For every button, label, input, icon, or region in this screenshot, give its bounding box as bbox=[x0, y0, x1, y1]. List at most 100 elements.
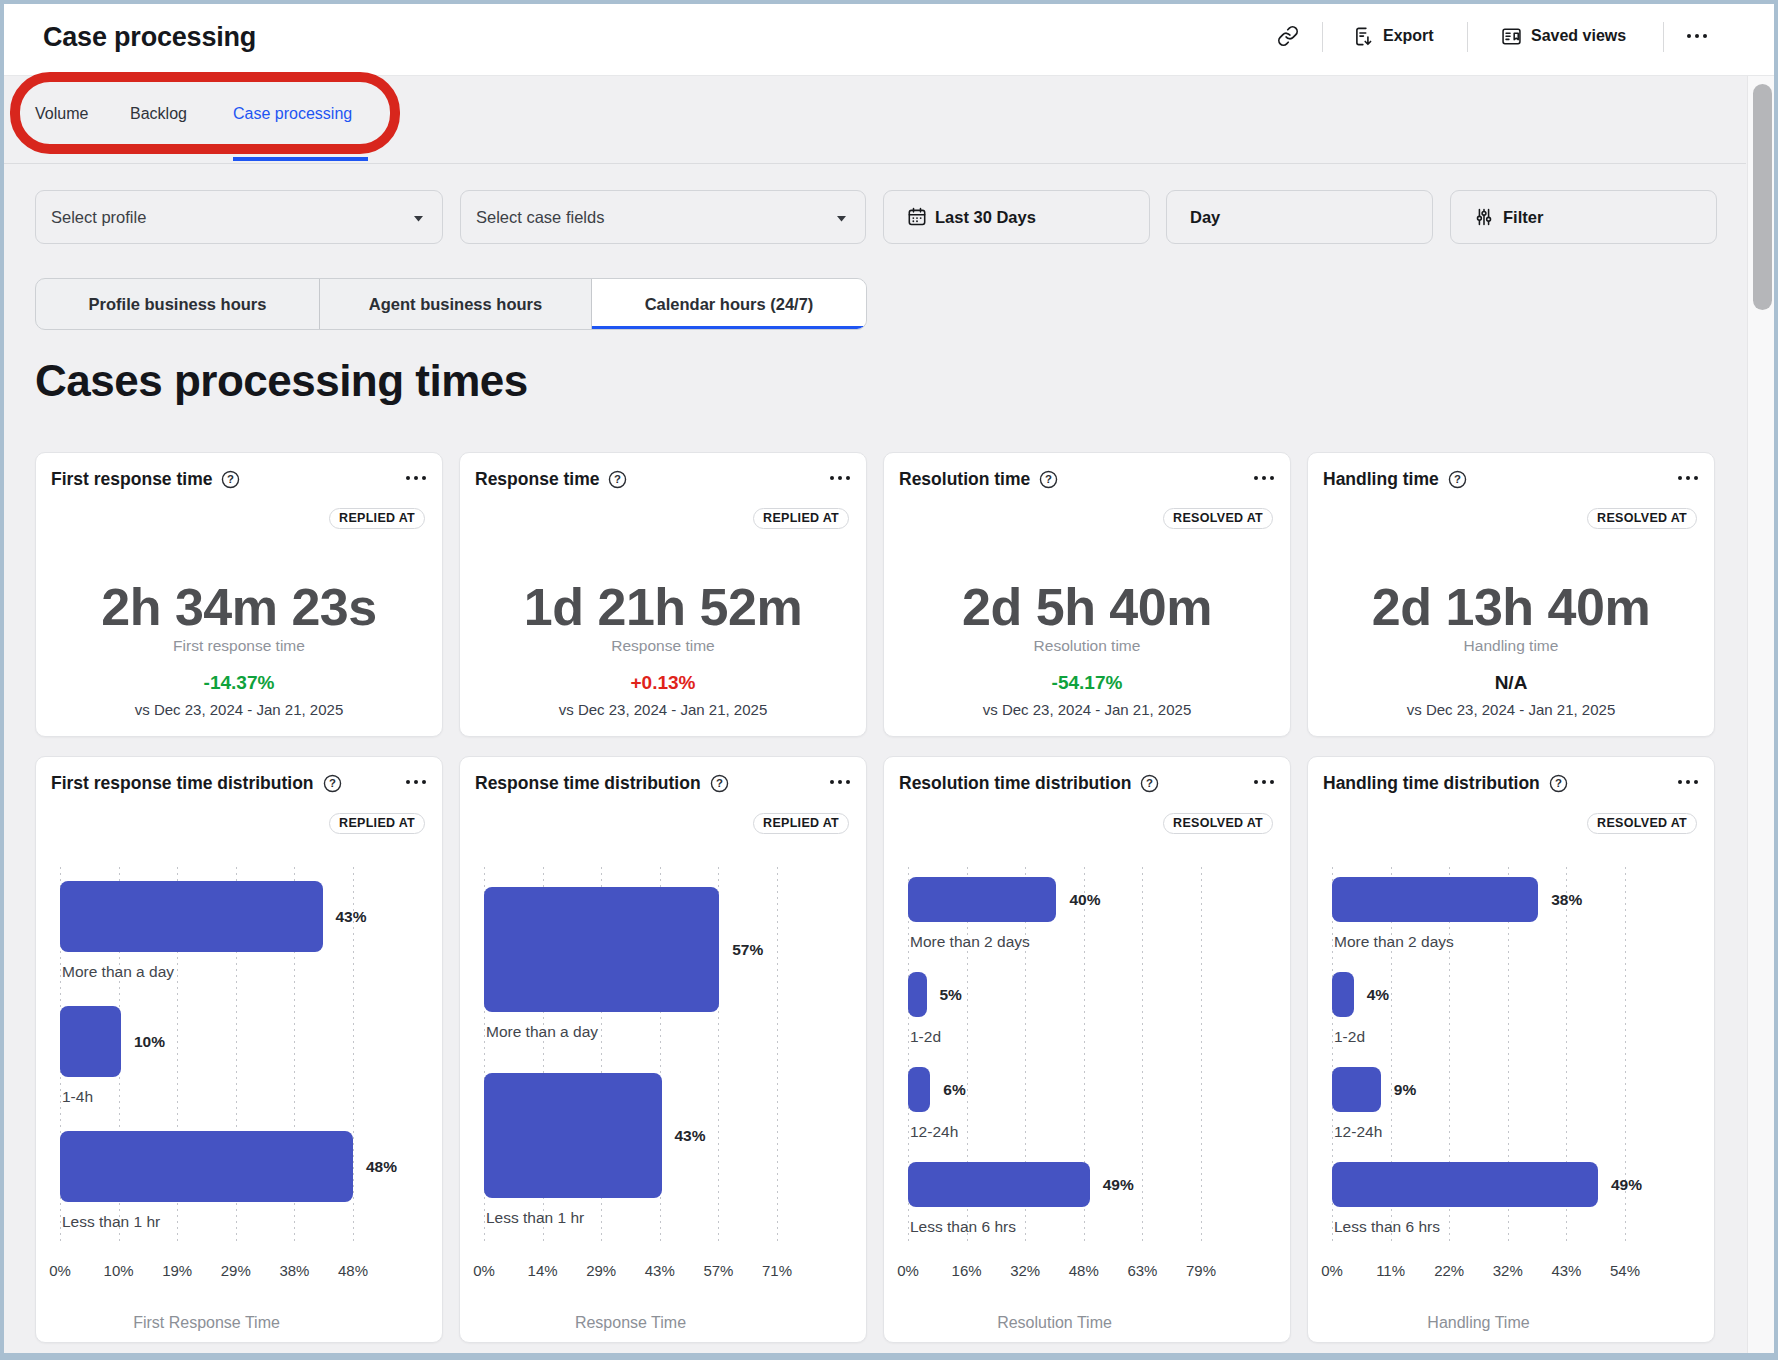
bar-value-label: 10% bbox=[134, 1033, 165, 1051]
x-axis-tick: 63% bbox=[1127, 1262, 1157, 1279]
svg-text:?: ? bbox=[329, 777, 336, 789]
scrollbar-track[interactable] bbox=[1747, 76, 1774, 1353]
x-axis-tick: 79% bbox=[1186, 1262, 1216, 1279]
help-icon[interactable]: ? bbox=[607, 469, 628, 490]
x-axis-tick: 29% bbox=[221, 1262, 251, 1279]
filter-sliders-icon bbox=[1473, 206, 1495, 228]
card-menu-button[interactable] bbox=[830, 476, 850, 480]
help-icon[interactable]: ? bbox=[1038, 469, 1059, 490]
header-separator bbox=[1322, 22, 1323, 52]
bar[interactable] bbox=[908, 877, 1056, 922]
kpi-comparison-period: vs Dec 23, 2024 - Jan 21, 2025 bbox=[884, 701, 1290, 718]
bar[interactable] bbox=[1332, 1162, 1598, 1207]
svg-text:?: ? bbox=[1555, 777, 1562, 789]
business-hours-toggle: Profile business hours Agent business ho… bbox=[35, 278, 867, 330]
ellipsis-icon bbox=[406, 780, 426, 784]
tab-bar-divider bbox=[4, 163, 1746, 164]
toggle-profile-business-hours[interactable]: Profile business hours bbox=[36, 279, 320, 329]
bar-category-label: 12-24h bbox=[1334, 1123, 1382, 1141]
card-menu-button[interactable] bbox=[1678, 780, 1698, 784]
x-axis-tick: 32% bbox=[1493, 1262, 1523, 1279]
red-highlight-annotation bbox=[10, 72, 400, 154]
help-icon[interactable]: ? bbox=[220, 469, 241, 490]
card-menu-button[interactable] bbox=[406, 476, 426, 480]
bar[interactable] bbox=[484, 887, 719, 1012]
ellipsis-icon bbox=[406, 476, 426, 480]
x-axis-tick: 22% bbox=[1434, 1262, 1464, 1279]
x-axis-tick: 0% bbox=[49, 1262, 71, 1279]
bar[interactable] bbox=[908, 1162, 1090, 1207]
card-menu-button[interactable] bbox=[1254, 780, 1274, 784]
saved-views-button[interactable]: Saved views bbox=[1500, 0, 1626, 72]
card-title: Response time? bbox=[475, 469, 628, 490]
bar-value-label: 40% bbox=[1069, 891, 1100, 909]
bar-chart: 40%More than 2 days5%1-2d6%12-24h49%Less… bbox=[908, 867, 1201, 1244]
kpi-delta: N/A bbox=[1308, 672, 1714, 694]
copy-link-button[interactable] bbox=[1277, 0, 1299, 72]
bar[interactable] bbox=[908, 972, 927, 1017]
toggle-calendar-hours[interactable]: Calendar hours (24/7) bbox=[592, 279, 866, 329]
card-menu-button[interactable] bbox=[1254, 476, 1274, 480]
kpi-label: First response time bbox=[36, 637, 442, 655]
ellipsis-icon bbox=[830, 476, 850, 480]
ellipsis-icon bbox=[1678, 780, 1698, 784]
bar[interactable] bbox=[908, 1067, 930, 1112]
saved-views-icon bbox=[1500, 25, 1523, 48]
ellipsis-icon bbox=[1254, 780, 1274, 784]
bar[interactable] bbox=[60, 881, 323, 952]
card-title: Handling time? bbox=[1323, 469, 1468, 490]
bar-category-label: Less than 6 hrs bbox=[910, 1218, 1016, 1236]
bar-chart: 38%More than 2 days4%1-2d9%12-24h49%Less… bbox=[1332, 867, 1625, 1244]
bar[interactable] bbox=[60, 1006, 121, 1077]
kpi-comparison-period: vs Dec 23, 2024 - Jan 21, 2025 bbox=[1308, 701, 1714, 718]
section-title: Cases processing times bbox=[35, 356, 528, 406]
bar[interactable] bbox=[1332, 877, 1538, 922]
filter-button[interactable]: Filter bbox=[1450, 190, 1717, 244]
x-axis-tick: 19% bbox=[162, 1262, 192, 1279]
export-button[interactable]: Export bbox=[1352, 0, 1434, 72]
frame-border bbox=[0, 0, 1778, 4]
kpi-delta: -54.17% bbox=[884, 672, 1290, 694]
card-title: Resolution time distribution? bbox=[899, 773, 1160, 794]
card-title: Resolution time? bbox=[899, 469, 1059, 490]
active-tab-underline bbox=[233, 157, 368, 161]
chart-card: Handling time distribution? RESOLVED AT … bbox=[1307, 756, 1715, 1343]
gridline bbox=[1142, 867, 1143, 1244]
card-menu-button[interactable] bbox=[1678, 476, 1698, 480]
help-icon[interactable]: ? bbox=[709, 773, 730, 794]
help-icon[interactable]: ? bbox=[1548, 773, 1569, 794]
help-icon[interactable]: ? bbox=[1139, 773, 1160, 794]
card-title: Response time distribution? bbox=[475, 773, 730, 794]
toggle-agent-business-hours[interactable]: Agent business hours bbox=[320, 279, 592, 329]
kpi-label: Response time bbox=[460, 637, 866, 655]
x-axis-title: First Response Time bbox=[60, 1314, 353, 1332]
attribute-badge: RESOLVED AT bbox=[1163, 508, 1273, 529]
case-fields-select[interactable]: Select case fields bbox=[460, 190, 866, 244]
scrollbar-thumb[interactable] bbox=[1753, 84, 1772, 310]
card-menu-button[interactable] bbox=[406, 780, 426, 784]
kpi-value: 2h 34m 23s bbox=[36, 577, 442, 637]
ellipsis-icon bbox=[1687, 34, 1707, 38]
bar-value-label: 49% bbox=[1103, 1176, 1134, 1194]
bar[interactable] bbox=[484, 1073, 662, 1198]
bar[interactable] bbox=[1332, 1067, 1381, 1112]
link-icon bbox=[1277, 25, 1299, 47]
date-range-picker[interactable]: Last 30 Days bbox=[883, 190, 1150, 244]
bar[interactable] bbox=[60, 1131, 353, 1202]
x-axis-tick: 14% bbox=[528, 1262, 558, 1279]
interval-select[interactable]: Day bbox=[1166, 190, 1433, 244]
help-icon[interactable]: ? bbox=[1447, 469, 1468, 490]
ellipsis-icon bbox=[1254, 476, 1274, 480]
kpi-comparison-period: vs Dec 23, 2024 - Jan 21, 2025 bbox=[36, 701, 442, 718]
help-icon[interactable]: ? bbox=[322, 773, 343, 794]
x-axis-tick: 0% bbox=[897, 1262, 919, 1279]
header-overflow-menu[interactable] bbox=[1687, 0, 1707, 72]
bar-value-label: 38% bbox=[1551, 891, 1582, 909]
calendar-icon bbox=[906, 206, 928, 228]
card-title: Handling time distribution? bbox=[1323, 773, 1569, 794]
card-menu-button[interactable] bbox=[830, 780, 850, 784]
bar[interactable] bbox=[1332, 972, 1354, 1017]
profile-select[interactable]: Select profile bbox=[35, 190, 443, 244]
bar-category-label: More than a day bbox=[486, 1023, 598, 1041]
x-axis-tick: 10% bbox=[104, 1262, 134, 1279]
